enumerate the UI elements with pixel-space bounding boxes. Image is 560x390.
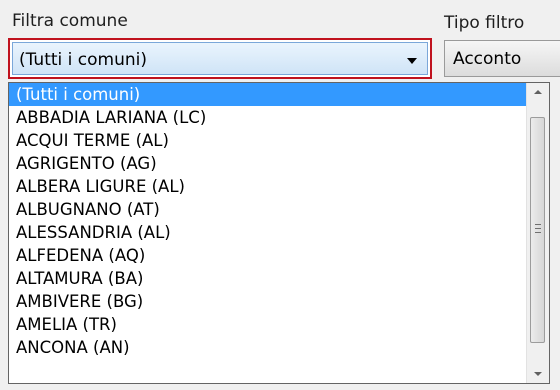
- list-item[interactable]: ALTAMURA (BA): [9, 267, 527, 290]
- list-item[interactable]: ALBUGNANO (AT): [9, 198, 527, 221]
- list-item[interactable]: ALBERA LIGURE (AL): [9, 175, 527, 198]
- option-list: (Tutti i comuni) ABBADIA LARIANA (LC) AC…: [9, 83, 527, 359]
- list-item[interactable]: ABBADIA LARIANA (LC): [9, 106, 527, 129]
- list-item[interactable]: ANCONA (AN): [9, 336, 527, 359]
- scroll-up-arrow-icon[interactable]: [527, 83, 549, 101]
- tipo-filtro-combobox[interactable]: Acconto: [444, 40, 560, 77]
- scroll-down-arrow-icon[interactable]: [527, 365, 549, 383]
- filtra-comune-label: Filtra comune: [12, 11, 128, 31]
- comune-combobox[interactable]: (Tutti i comuni): [8, 38, 432, 79]
- list-item[interactable]: ALFEDENA (AQ): [9, 244, 527, 267]
- comune-dropdown-list[interactable]: (Tutti i comuni) ABBADIA LARIANA (LC) AC…: [8, 82, 550, 384]
- comune-selected-value: (Tutti i comuni): [19, 50, 148, 70]
- list-item[interactable]: (Tutti i comuni): [9, 83, 527, 106]
- list-item[interactable]: AMBIVERE (BG): [9, 290, 527, 313]
- chevron-down-icon[interactable]: [407, 58, 417, 64]
- list-item[interactable]: AGRIGENTO (AG): [9, 152, 527, 175]
- list-item[interactable]: ACQUI TERME (AL): [9, 129, 527, 152]
- list-item[interactable]: ALESSANDRIA (AL): [9, 221, 527, 244]
- list-item[interactable]: AMELIA (TR): [9, 313, 527, 336]
- tipo-filtro-selected-value: Acconto: [453, 49, 522, 69]
- grip-icon: [535, 224, 541, 233]
- scrollbar-thumb[interactable]: [530, 117, 545, 343]
- tipo-filtro-label: Tipo filtro: [444, 13, 525, 33]
- vertical-scrollbar[interactable]: [526, 83, 549, 383]
